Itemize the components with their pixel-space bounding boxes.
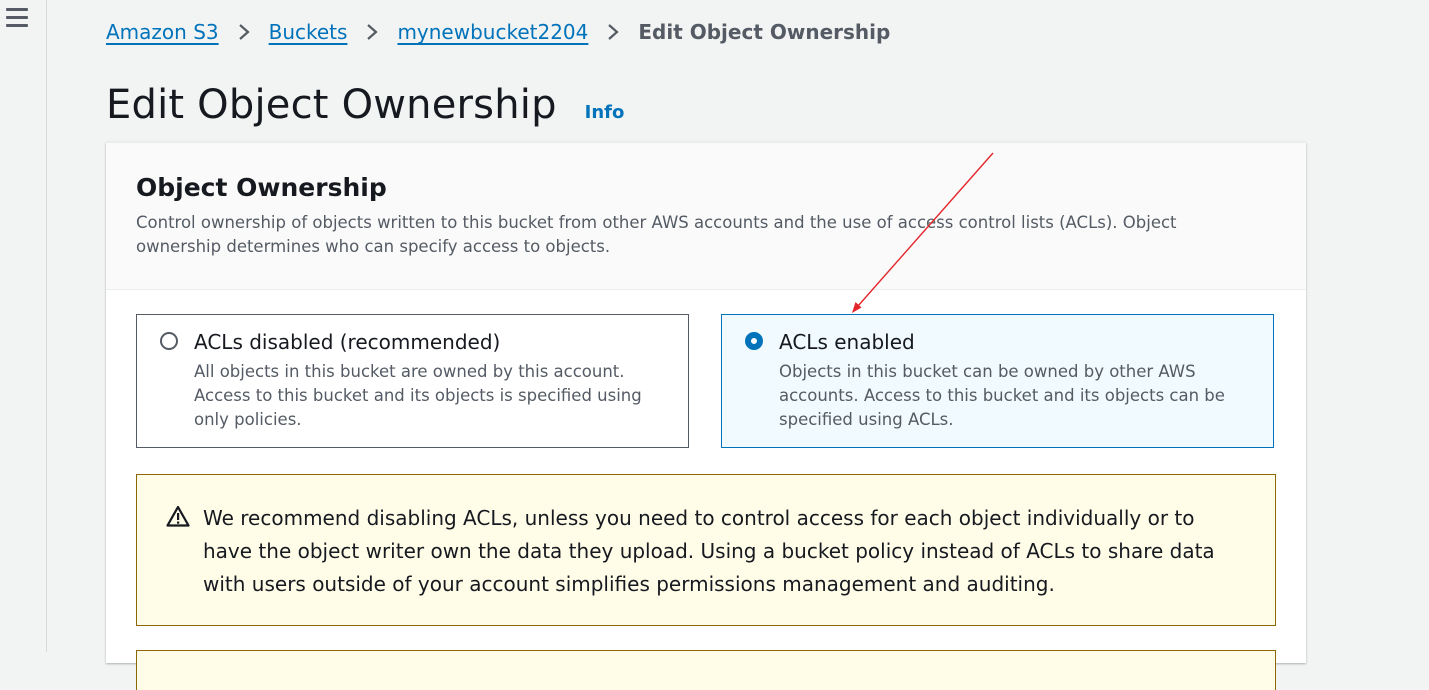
panel-description: Control ownership of objects written to …: [136, 213, 1177, 256]
breadcrumb-current: Edit Object Ownership: [638, 20, 891, 44]
chevron-right-icon: [606, 22, 620, 42]
breadcrumb: Amazon S3 Buckets mynewbucket2204 Edit O…: [106, 20, 890, 44]
breadcrumb-amazon-s3[interactable]: Amazon S3: [106, 20, 219, 44]
breadcrumb-buckets[interactable]: Buckets: [269, 20, 348, 44]
page-title: Edit Object Ownership: [106, 82, 557, 128]
page-header: Edit Object Ownership Info: [106, 82, 624, 128]
panel-title: Object Ownership: [136, 173, 387, 202]
breadcrumb-bucket-name[interactable]: mynewbucket2204: [397, 20, 588, 44]
object-ownership-panel: Object Ownership Control ownership of ob…: [106, 142, 1306, 690]
chevron-right-icon: [365, 22, 379, 42]
radio-acls-enabled[interactable]: [745, 332, 763, 350]
option-acls-disabled[interactable]: ACLs disabled (recommended) All objects …: [136, 314, 689, 448]
info-link[interactable]: Info: [585, 102, 625, 123]
option-acls-enabled[interactable]: ACLs enabled Objects in this bucket can …: [721, 314, 1274, 448]
warning-icon: [166, 505, 190, 531]
option-label: ACLs enabled: [779, 330, 915, 354]
option-description: Objects in this bucket can be owned by o…: [779, 362, 1225, 429]
warning-text: We recommend disabling ACLs, unless you …: [203, 506, 1215, 596]
option-description: All objects in this bucket are owned by …: [194, 362, 642, 429]
side-nav-rail: [0, 0, 47, 652]
additional-alert: [136, 650, 1276, 690]
option-label: ACLs disabled (recommended): [194, 330, 501, 354]
hamburger-menu-icon[interactable]: [6, 8, 28, 32]
warning-alert: We recommend disabling ACLs, unless you …: [136, 474, 1276, 626]
chevron-right-icon: [237, 22, 251, 42]
radio-acls-disabled[interactable]: [160, 332, 178, 350]
panel-header: Object Ownership Control ownership of ob…: [106, 143, 1306, 290]
